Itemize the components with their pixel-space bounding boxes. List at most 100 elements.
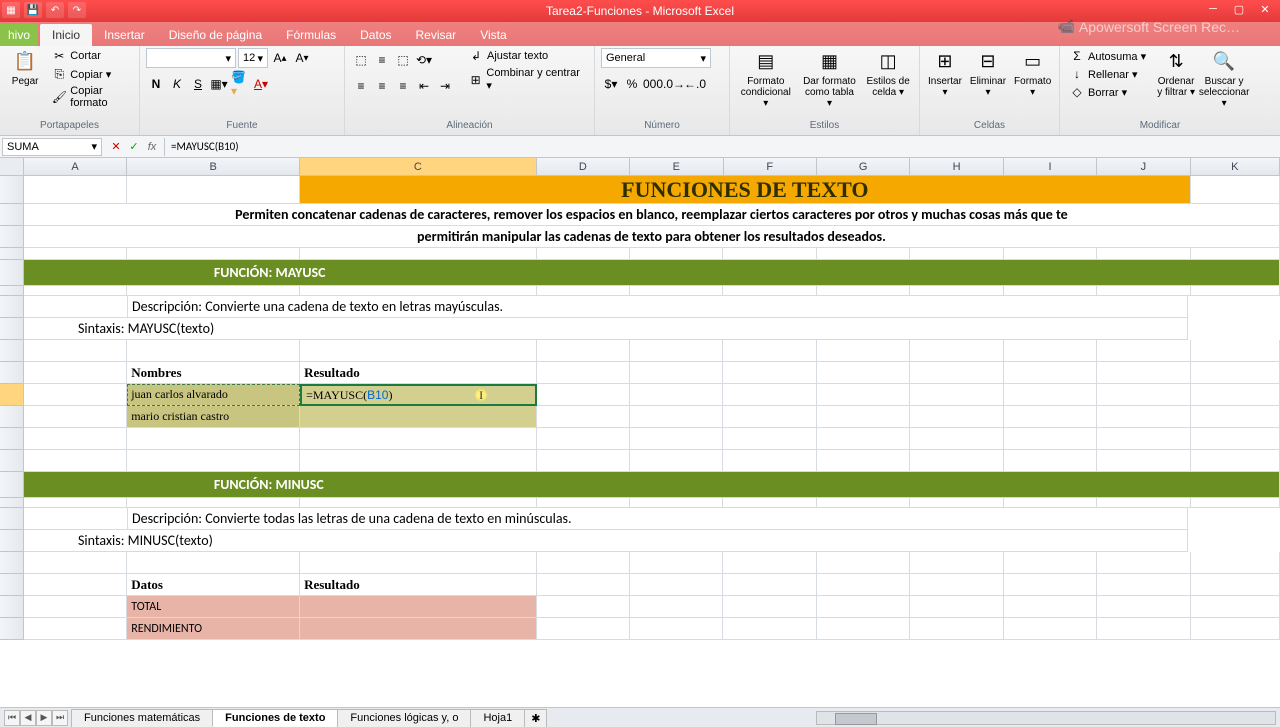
col-header-H[interactable]: H bbox=[910, 158, 1003, 175]
row-header[interactable] bbox=[0, 498, 24, 508]
next-sheet-icon[interactable]: ▶ bbox=[36, 710, 52, 726]
cell[interactable] bbox=[127, 286, 300, 296]
cell[interactable] bbox=[1097, 248, 1190, 260]
row-header[interactable] bbox=[0, 318, 24, 340]
first-sheet-icon[interactable]: ⏮ bbox=[4, 710, 20, 726]
cell[interactable] bbox=[817, 384, 910, 406]
cell[interactable] bbox=[723, 450, 816, 472]
cell[interactable] bbox=[723, 406, 816, 428]
col-header-G[interactable]: G bbox=[817, 158, 910, 175]
cell[interactable]: Descripción: Convierte todas las letras … bbox=[128, 508, 1188, 530]
cell[interactable]: mario cristian castro bbox=[127, 406, 300, 428]
col-header-K[interactable]: K bbox=[1191, 158, 1280, 175]
comma-icon[interactable]: 000 bbox=[643, 74, 663, 94]
cell[interactable] bbox=[630, 498, 723, 508]
cell[interactable] bbox=[127, 340, 300, 362]
col-header-D[interactable]: D bbox=[537, 158, 630, 175]
horizontal-scrollbar[interactable] bbox=[816, 711, 1276, 725]
cell[interactable] bbox=[723, 552, 816, 574]
dec-decimal-icon[interactable]: ←.0 bbox=[685, 74, 705, 94]
cell[interactable] bbox=[630, 384, 723, 406]
find-select-button[interactable]: 🔍Buscar y seleccionar ▾ bbox=[1202, 48, 1246, 111]
cell[interactable] bbox=[723, 340, 816, 362]
row-header[interactable] bbox=[0, 618, 24, 640]
cell[interactable] bbox=[723, 362, 816, 384]
merge-center-button[interactable]: ⊞Combinar y centrar ▾ bbox=[465, 66, 588, 93]
cell[interactable] bbox=[817, 450, 910, 472]
header-resultado[interactable]: Resultado bbox=[300, 574, 536, 596]
cell[interactable] bbox=[817, 340, 910, 362]
cell[interactable] bbox=[300, 286, 536, 296]
cell[interactable] bbox=[24, 406, 127, 428]
cell[interactable]: Sintaxis: MINUSC(texto) bbox=[24, 530, 1188, 552]
cell[interactable]: TOTAL bbox=[127, 596, 300, 618]
cancel-formula-icon[interactable]: ✕ bbox=[108, 139, 124, 155]
cell[interactable] bbox=[300, 450, 536, 472]
new-sheet-button[interactable]: ✱ bbox=[524, 709, 547, 727]
cell[interactable] bbox=[1004, 384, 1097, 406]
cell[interactable] bbox=[24, 618, 127, 640]
close-icon[interactable]: ✕ bbox=[1252, 0, 1278, 18]
cell[interactable] bbox=[300, 552, 536, 574]
cell[interactable] bbox=[1004, 498, 1097, 508]
cell[interactable] bbox=[910, 428, 1003, 450]
row-header[interactable] bbox=[0, 260, 24, 286]
cell[interactable] bbox=[127, 450, 300, 472]
cell[interactable] bbox=[127, 176, 300, 204]
title-cell[interactable]: FUNCIONES DE TEXTO bbox=[300, 176, 1190, 204]
cell[interactable] bbox=[630, 552, 723, 574]
row-header[interactable] bbox=[0, 574, 24, 596]
font-color-icon[interactable]: A▾ bbox=[251, 74, 271, 94]
cell[interactable] bbox=[537, 498, 630, 508]
align-left-icon[interactable]: ≡ bbox=[351, 76, 371, 96]
cell[interactable] bbox=[723, 384, 816, 406]
cell[interactable] bbox=[1004, 248, 1097, 260]
cell[interactable] bbox=[910, 618, 1003, 640]
cell[interactable] bbox=[630, 362, 723, 384]
row-header[interactable] bbox=[0, 508, 24, 530]
cell[interactable] bbox=[24, 450, 127, 472]
cell[interactable] bbox=[1191, 286, 1280, 296]
cell[interactable] bbox=[817, 362, 910, 384]
redo-icon[interactable]: ↷ bbox=[68, 2, 86, 18]
cell[interactable] bbox=[817, 596, 910, 618]
cell[interactable] bbox=[24, 362, 127, 384]
border-icon[interactable]: ▦▾ bbox=[209, 74, 229, 94]
cell[interactable] bbox=[910, 552, 1003, 574]
cell[interactable] bbox=[300, 498, 536, 508]
cell[interactable] bbox=[24, 340, 127, 362]
cell[interactable] bbox=[300, 428, 536, 450]
cell[interactable] bbox=[537, 552, 630, 574]
save-icon[interactable]: 💾 bbox=[24, 2, 42, 18]
cell[interactable] bbox=[300, 406, 536, 428]
cell[interactable] bbox=[723, 428, 816, 450]
bold-icon[interactable]: N bbox=[146, 74, 166, 94]
align-middle-icon[interactable]: ≡ bbox=[372, 50, 392, 70]
cell[interactable] bbox=[1191, 340, 1280, 362]
cell[interactable] bbox=[127, 552, 300, 574]
cell[interactable] bbox=[1097, 552, 1190, 574]
copy-button[interactable]: ⎘Copiar ▾ bbox=[48, 66, 133, 82]
cell[interactable] bbox=[630, 596, 723, 618]
cell[interactable] bbox=[537, 574, 630, 596]
cell[interactable] bbox=[723, 618, 816, 640]
col-header-C[interactable]: C bbox=[300, 158, 537, 175]
font-name-select[interactable]: ▾ bbox=[146, 48, 236, 68]
cell[interactable] bbox=[1191, 176, 1280, 204]
formula-input[interactable]: =MAYUSC(B10) bbox=[164, 138, 1280, 156]
cond-format-button[interactable]: ▤Formato condicional ▾ bbox=[736, 48, 796, 111]
cell[interactable] bbox=[300, 340, 536, 362]
cell[interactable] bbox=[537, 450, 630, 472]
col-header-J[interactable]: J bbox=[1097, 158, 1190, 175]
cell[interactable] bbox=[1004, 596, 1097, 618]
cell[interactable] bbox=[630, 574, 723, 596]
cell[interactable] bbox=[537, 406, 630, 428]
cell[interactable] bbox=[1004, 552, 1097, 574]
cell[interactable]: permitirán manipular las cadenas de text… bbox=[24, 226, 1280, 248]
cell[interactable] bbox=[630, 428, 723, 450]
header-nombres[interactable]: Nombres bbox=[127, 362, 300, 384]
font-size-select[interactable]: 12▾ bbox=[238, 48, 268, 68]
minimize-icon[interactable]: ─ bbox=[1200, 0, 1226, 18]
table-format-button[interactable]: ▦Dar formato como tabla ▾ bbox=[800, 48, 860, 111]
worksheet-grid[interactable]: ABCDEFGHIJK FUNCIONES DE TEXTOPermiten c… bbox=[0, 158, 1280, 707]
